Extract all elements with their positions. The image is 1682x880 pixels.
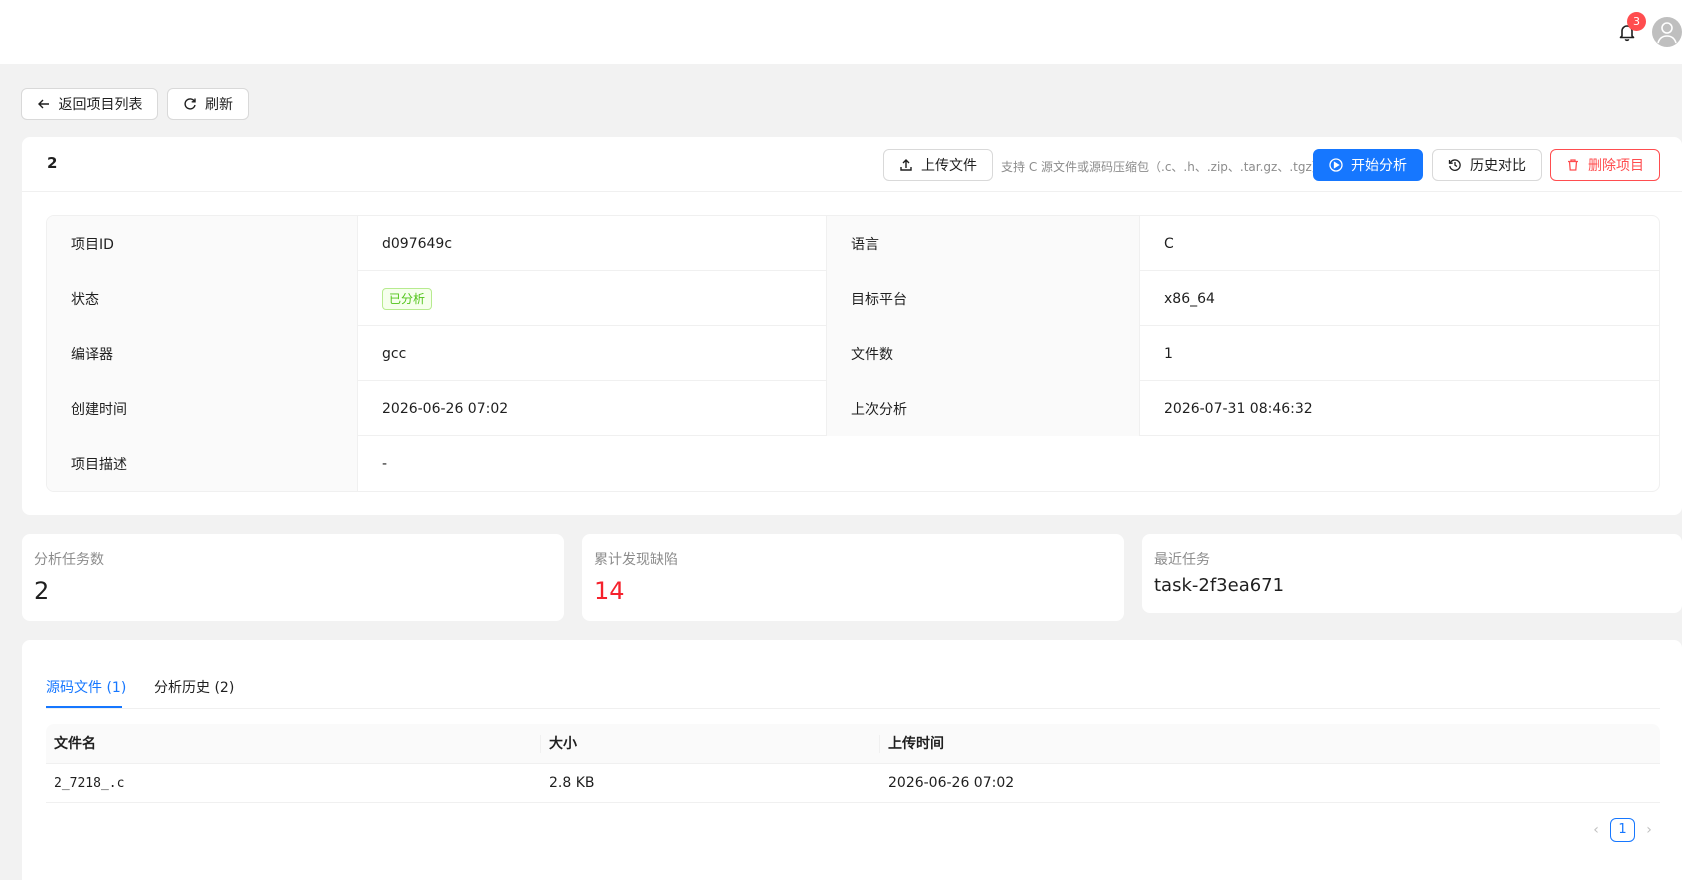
project-details: 项目ID d097649c 语言 C 状态 已分析 目标平台 x86_64 编译… bbox=[46, 215, 1660, 492]
play-circle-icon bbox=[1329, 158, 1343, 172]
pagination-next-icon[interactable]: › bbox=[1639, 820, 1659, 840]
detail-value: 2026-06-26 07:02 bbox=[358, 381, 827, 436]
column-header-uploaded: 上传时间 bbox=[888, 736, 944, 752]
detail-label: 文件数 bbox=[827, 326, 1140, 381]
history-compare-label: 历史对比 bbox=[1470, 158, 1526, 174]
cell-uploaded: 2026-06-26 07:02 bbox=[888, 775, 1015, 791]
column-separator bbox=[879, 735, 880, 753]
stat-title: 分析任务数 bbox=[34, 552, 104, 568]
detail-label: 语言 bbox=[827, 216, 1140, 271]
column-header-filename: 文件名 bbox=[54, 736, 96, 752]
stat-value-defects: 14 bbox=[594, 577, 625, 605]
table-row[interactable]: 2_7218_.c 2.8 KB 2026-06-26 07:02 bbox=[46, 764, 1660, 803]
details-row: 项目描述 - bbox=[47, 436, 1659, 491]
details-row: 编译器 gcc 文件数 1 bbox=[47, 326, 1659, 381]
back-button-label: 返回项目列表 bbox=[58, 97, 143, 113]
detail-value: 已分析 bbox=[358, 271, 827, 326]
upload-hint: 支持 C 源文件或源码压缩包（.c、.h、.zip、.tar.gz、.tgz） bbox=[1001, 160, 1324, 174]
details-row: 项目ID d097649c 语言 C bbox=[47, 216, 1659, 271]
details-row: 创建时间 2026-06-26 07:02 上次分析 2026-07-31 08… bbox=[47, 381, 1659, 436]
detail-label: 编译器 bbox=[47, 326, 358, 381]
stat-value-recent-task: task-2f3ea671 bbox=[1154, 575, 1285, 596]
detail-label: 上次分析 bbox=[827, 381, 1140, 436]
stat-title: 最近任务 bbox=[1154, 552, 1210, 568]
refresh-button[interactable]: 刷新 bbox=[167, 88, 249, 120]
detail-value: d097649c bbox=[358, 216, 827, 271]
pagination-page[interactable]: 1 bbox=[1610, 818, 1635, 842]
stat-value: 2 bbox=[34, 577, 50, 605]
start-analysis-button[interactable]: 开始分析 bbox=[1313, 149, 1423, 181]
detail-value: 2026-07-31 08:46:32 bbox=[1164, 400, 1313, 417]
trash-icon bbox=[1568, 159, 1578, 171]
refresh-button-label: 刷新 bbox=[205, 97, 233, 113]
detail-value: x86_64 bbox=[1164, 290, 1215, 307]
tab-active-indicator bbox=[46, 706, 122, 708]
details-row: 状态 已分析 目标平台 x86_64 bbox=[47, 271, 1659, 326]
upload-button[interactable]: 上传文件 bbox=[883, 149, 993, 181]
start-analysis-label: 开始分析 bbox=[1351, 158, 1407, 174]
detail-label: 目标平台 bbox=[827, 271, 1140, 326]
avatar[interactable] bbox=[1652, 17, 1682, 47]
tab-analysis-history[interactable]: 分析历史 (2) bbox=[154, 677, 234, 697]
detail-label: 创建时间 bbox=[47, 381, 358, 436]
reload-icon bbox=[184, 98, 196, 110]
tab-divider bbox=[46, 708, 1660, 709]
history-compare-button[interactable]: 历史对比 bbox=[1432, 149, 1542, 181]
detail-value: - bbox=[382, 455, 388, 472]
table-header: 文件名 大小 上传时间 bbox=[46, 724, 1660, 764]
stat-card-defects bbox=[582, 534, 1124, 621]
detail-label: 项目描述 bbox=[47, 436, 358, 491]
detail-value: C bbox=[1164, 235, 1174, 252]
detail-label: 项目ID bbox=[47, 216, 358, 271]
tab-source-files[interactable]: 源码文件 (1) bbox=[46, 677, 126, 697]
cell-size: 2.8 KB bbox=[549, 775, 595, 791]
stat-card-recent bbox=[1142, 534, 1682, 613]
delete-project-button[interactable]: 删除项目 bbox=[1550, 149, 1660, 181]
cell-filename: 2_7218_.c bbox=[54, 776, 125, 791]
column-header-size: 大小 bbox=[549, 736, 577, 752]
stat-title: 累计发现缺陷 bbox=[594, 552, 678, 568]
stat-card-tasks bbox=[22, 534, 564, 621]
detail-value: gcc bbox=[358, 326, 827, 381]
status-badge: 已分析 bbox=[382, 287, 433, 310]
notification-badge: 3 bbox=[1627, 12, 1646, 31]
detail-label: 状态 bbox=[47, 271, 358, 326]
arrow-left-icon bbox=[37, 99, 49, 109]
back-button[interactable]: 返回项目列表 bbox=[21, 88, 158, 120]
top-bar: 3 bbox=[0, 0, 1682, 64]
pagination-prev-icon[interactable]: ‹ bbox=[1586, 820, 1606, 840]
delete-project-label: 删除项目 bbox=[1588, 158, 1644, 174]
card-header-divider bbox=[22, 191, 1682, 192]
column-separator bbox=[540, 735, 541, 753]
project-title: 2 bbox=[47, 154, 58, 172]
upload-icon bbox=[900, 159, 912, 171]
upload-button-label: 上传文件 bbox=[921, 158, 977, 174]
history-icon bbox=[1448, 159, 1461, 171]
detail-value: 1 bbox=[1164, 345, 1173, 362]
